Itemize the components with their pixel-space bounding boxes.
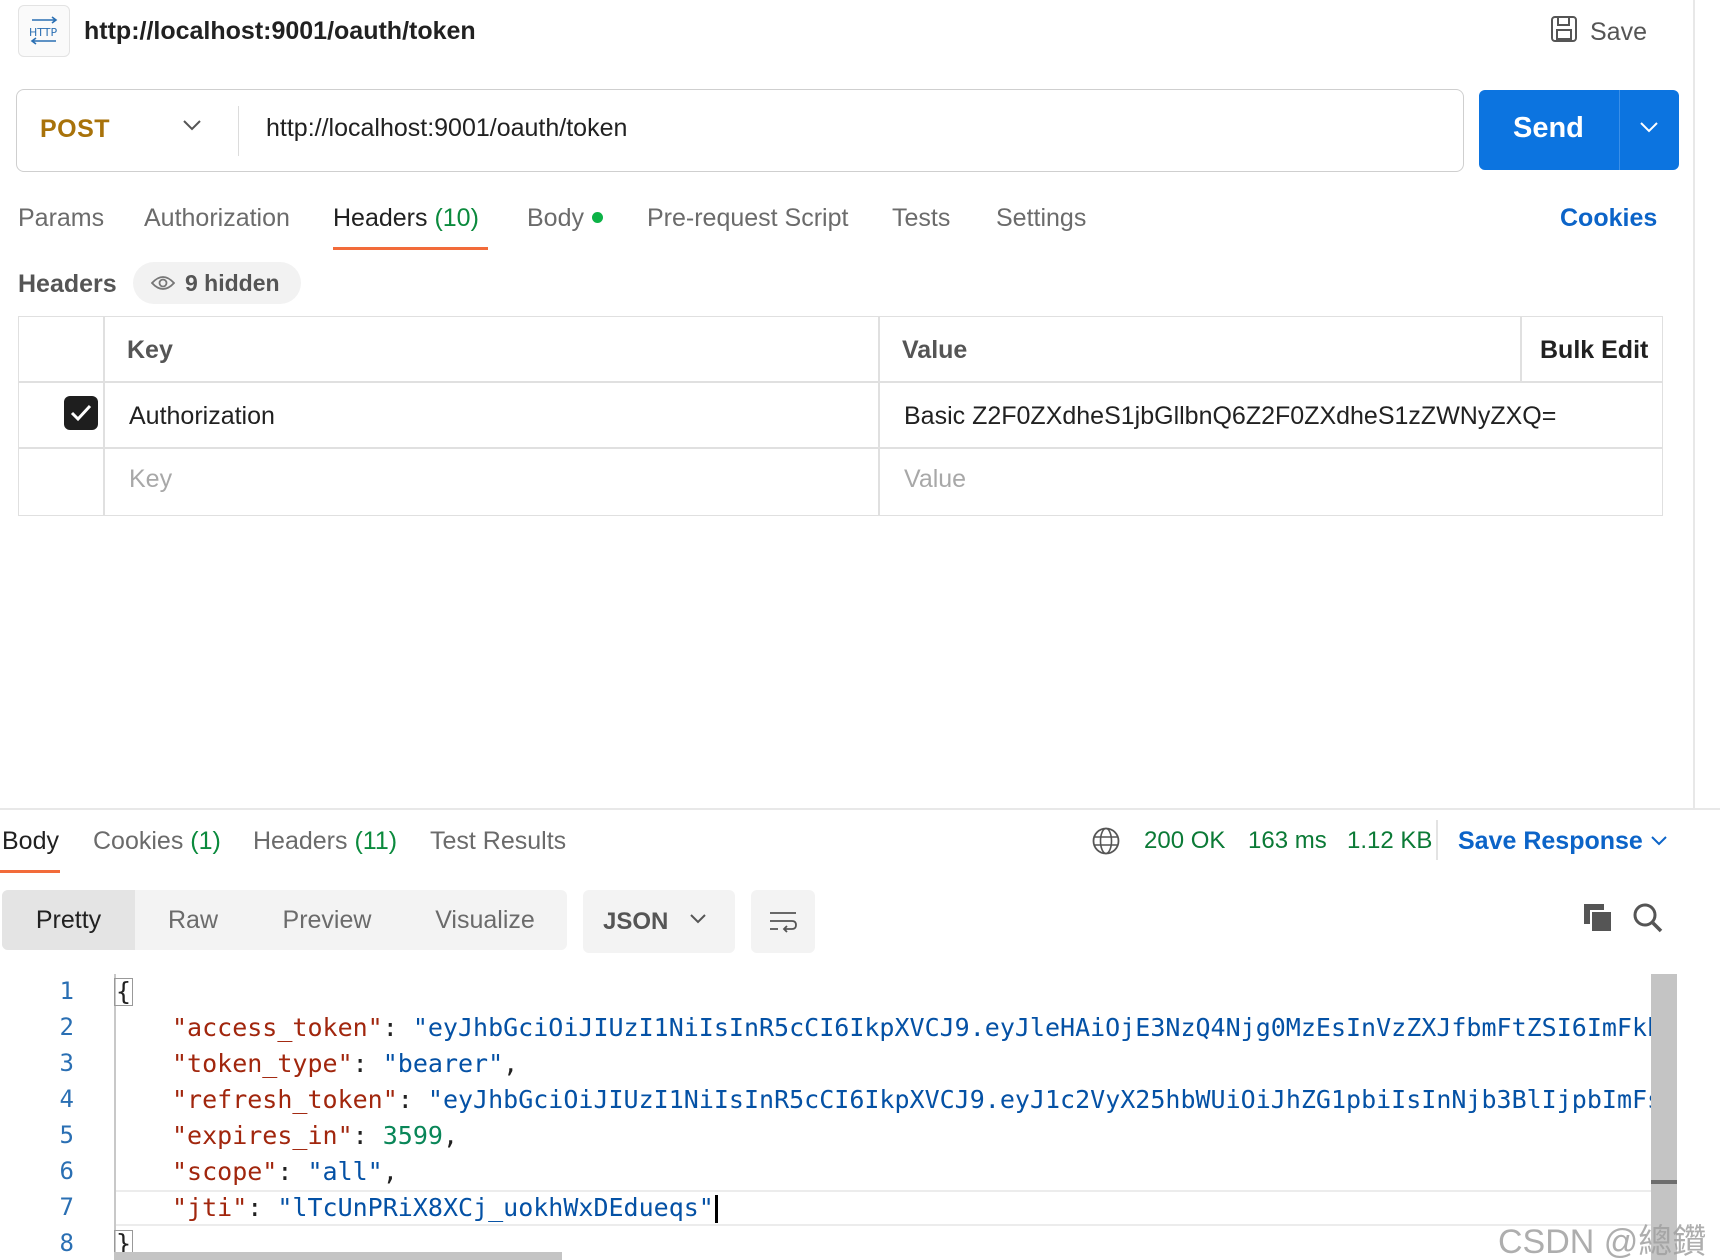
status-code[interactable]: 200 OK	[1144, 827, 1225, 855]
watermark: CSDN @總鑽風	[1498, 1223, 1707, 1260]
line-number: 1	[59, 977, 74, 1005]
header-key-cell[interactable]: Authorization	[129, 402, 275, 431]
line-number: 2	[59, 1013, 74, 1041]
wrap-icon	[770, 911, 797, 933]
search-icon[interactable]	[1632, 902, 1664, 939]
response-tab-test-results[interactable]: Test Results	[430, 827, 566, 856]
view-visualize[interactable]: Visualize	[403, 890, 567, 950]
divider	[1693, 0, 1695, 808]
json-line-access-token: "access_token": "eyJhbGciOiJIUzI1NiIsInR…	[172, 1013, 1652, 1042]
save-button[interactable]: Save	[1550, 15, 1647, 50]
response-tab-headers[interactable]: Headers (11)	[253, 827, 397, 856]
chevron-down-icon[interactable]	[1639, 120, 1659, 139]
headers-count: (10)	[434, 204, 479, 232]
column-header-key: Key	[127, 336, 173, 364]
divider	[0, 808, 1720, 810]
response-size[interactable]: 1.12 KB	[1347, 827, 1432, 855]
tab-settings[interactable]: Settings	[996, 204, 1086, 233]
response-tab-cookies[interactable]: Cookies (1)	[93, 827, 221, 856]
copy-icon[interactable]	[1582, 902, 1614, 939]
line-number: 5	[59, 1121, 74, 1149]
open-brace: {	[114, 977, 134, 1006]
response-body-editor[interactable]: { "access_token": "eyJhbGciOiJIUzI1NiIsI…	[114, 974, 1652, 1260]
response-time[interactable]: 163 ms	[1248, 827, 1327, 855]
divider	[103, 316, 105, 516]
view-preview[interactable]: Preview	[251, 890, 403, 950]
format-select[interactable]: JSON	[583, 890, 735, 953]
divider	[18, 447, 1663, 449]
http-request-icon: HTTP	[18, 5, 70, 57]
line-number: 4	[59, 1085, 74, 1113]
view-pretty[interactable]: Pretty	[2, 890, 135, 950]
line-number: 6	[59, 1157, 74, 1185]
json-line-jti: "jti": "lTcUnPRiX8XCj_uokhWxDEdueqs"	[172, 1193, 718, 1229]
chevron-down-icon[interactable]	[182, 118, 202, 137]
tab-tests[interactable]: Tests	[892, 204, 950, 233]
save-response-button[interactable]: Save Response	[1458, 827, 1643, 856]
hidden-headers-toggle[interactable]: 9 hidden	[133, 262, 301, 304]
eye-icon	[150, 270, 176, 297]
new-value-input[interactable]: Value	[904, 465, 966, 494]
json-line-expires-in: "expires_in": 3599,	[172, 1121, 459, 1150]
line-number: 3	[59, 1049, 74, 1077]
active-tab-indicator	[0, 870, 60, 873]
text-cursor	[714, 1195, 718, 1223]
scrollbar-marker	[1651, 1180, 1677, 1184]
cookies-link[interactable]: Cookies	[1560, 204, 1657, 233]
body-indicator-dot	[591, 211, 603, 223]
format-label: JSON	[603, 908, 669, 935]
send-label: Send	[1513, 112, 1584, 144]
chevron-down-icon[interactable]	[1650, 834, 1668, 852]
header-value-cell[interactable]: Basic Z2F0ZXdheS1jbGllbnQ6Z2F0ZXdheS1zZW…	[904, 402, 1556, 431]
line-number: 7	[59, 1193, 74, 1221]
divider	[1436, 820, 1438, 860]
divider	[238, 106, 239, 156]
new-key-input[interactable]: Key	[129, 465, 172, 494]
divider	[1520, 316, 1522, 382]
method-select[interactable]: POST	[40, 115, 110, 144]
json-line-refresh-token: "refresh_token": "eyJhbGciOiJIUzI1NiIsIn…	[172, 1085, 1652, 1114]
view-raw[interactable]: Raw	[135, 890, 251, 950]
tab-params[interactable]: Params	[18, 204, 104, 233]
horizontal-scrollbar[interactable]	[114, 1252, 562, 1260]
tab-headers[interactable]: Headers (10)	[333, 204, 479, 233]
svg-text:HTTP: HTTP	[29, 26, 58, 39]
json-line-token-type: "token_type": "bearer",	[172, 1049, 519, 1078]
headers-heading: Headers	[18, 270, 117, 298]
save-icon	[1550, 15, 1578, 50]
bulk-edit-button[interactable]: Bulk Edit	[1540, 336, 1648, 365]
wrap-lines-button[interactable]	[751, 890, 815, 953]
request-title[interactable]: http://localhost:9001/oauth/token	[84, 17, 476, 46]
view-mode-segmented-control: Pretty Raw Preview Visualize	[2, 890, 567, 950]
tab-body[interactable]: Body	[527, 204, 603, 233]
response-tab-body[interactable]: Body	[2, 827, 59, 856]
send-button[interactable]: Send	[1479, 90, 1679, 170]
tab-pre-request-script[interactable]: Pre-request Script	[647, 204, 848, 233]
header-enabled-checkbox[interactable]	[64, 396, 98, 430]
url-bar	[16, 89, 1464, 172]
check-icon	[70, 404, 92, 422]
divider	[18, 381, 1663, 383]
divider	[878, 316, 880, 516]
divider	[1619, 90, 1620, 170]
globe-icon[interactable]	[1091, 826, 1121, 861]
line-number: 8	[59, 1229, 74, 1257]
column-header-value: Value	[902, 336, 968, 364]
chevron-down-icon	[689, 912, 707, 930]
url-input[interactable]: http://localhost:9001/oauth/token	[266, 114, 627, 143]
json-line-scope: "scope": "all",	[172, 1157, 398, 1186]
tab-authorization[interactable]: Authorization	[144, 204, 290, 233]
active-tab-indicator	[333, 247, 488, 250]
save-label: Save	[1590, 18, 1647, 46]
